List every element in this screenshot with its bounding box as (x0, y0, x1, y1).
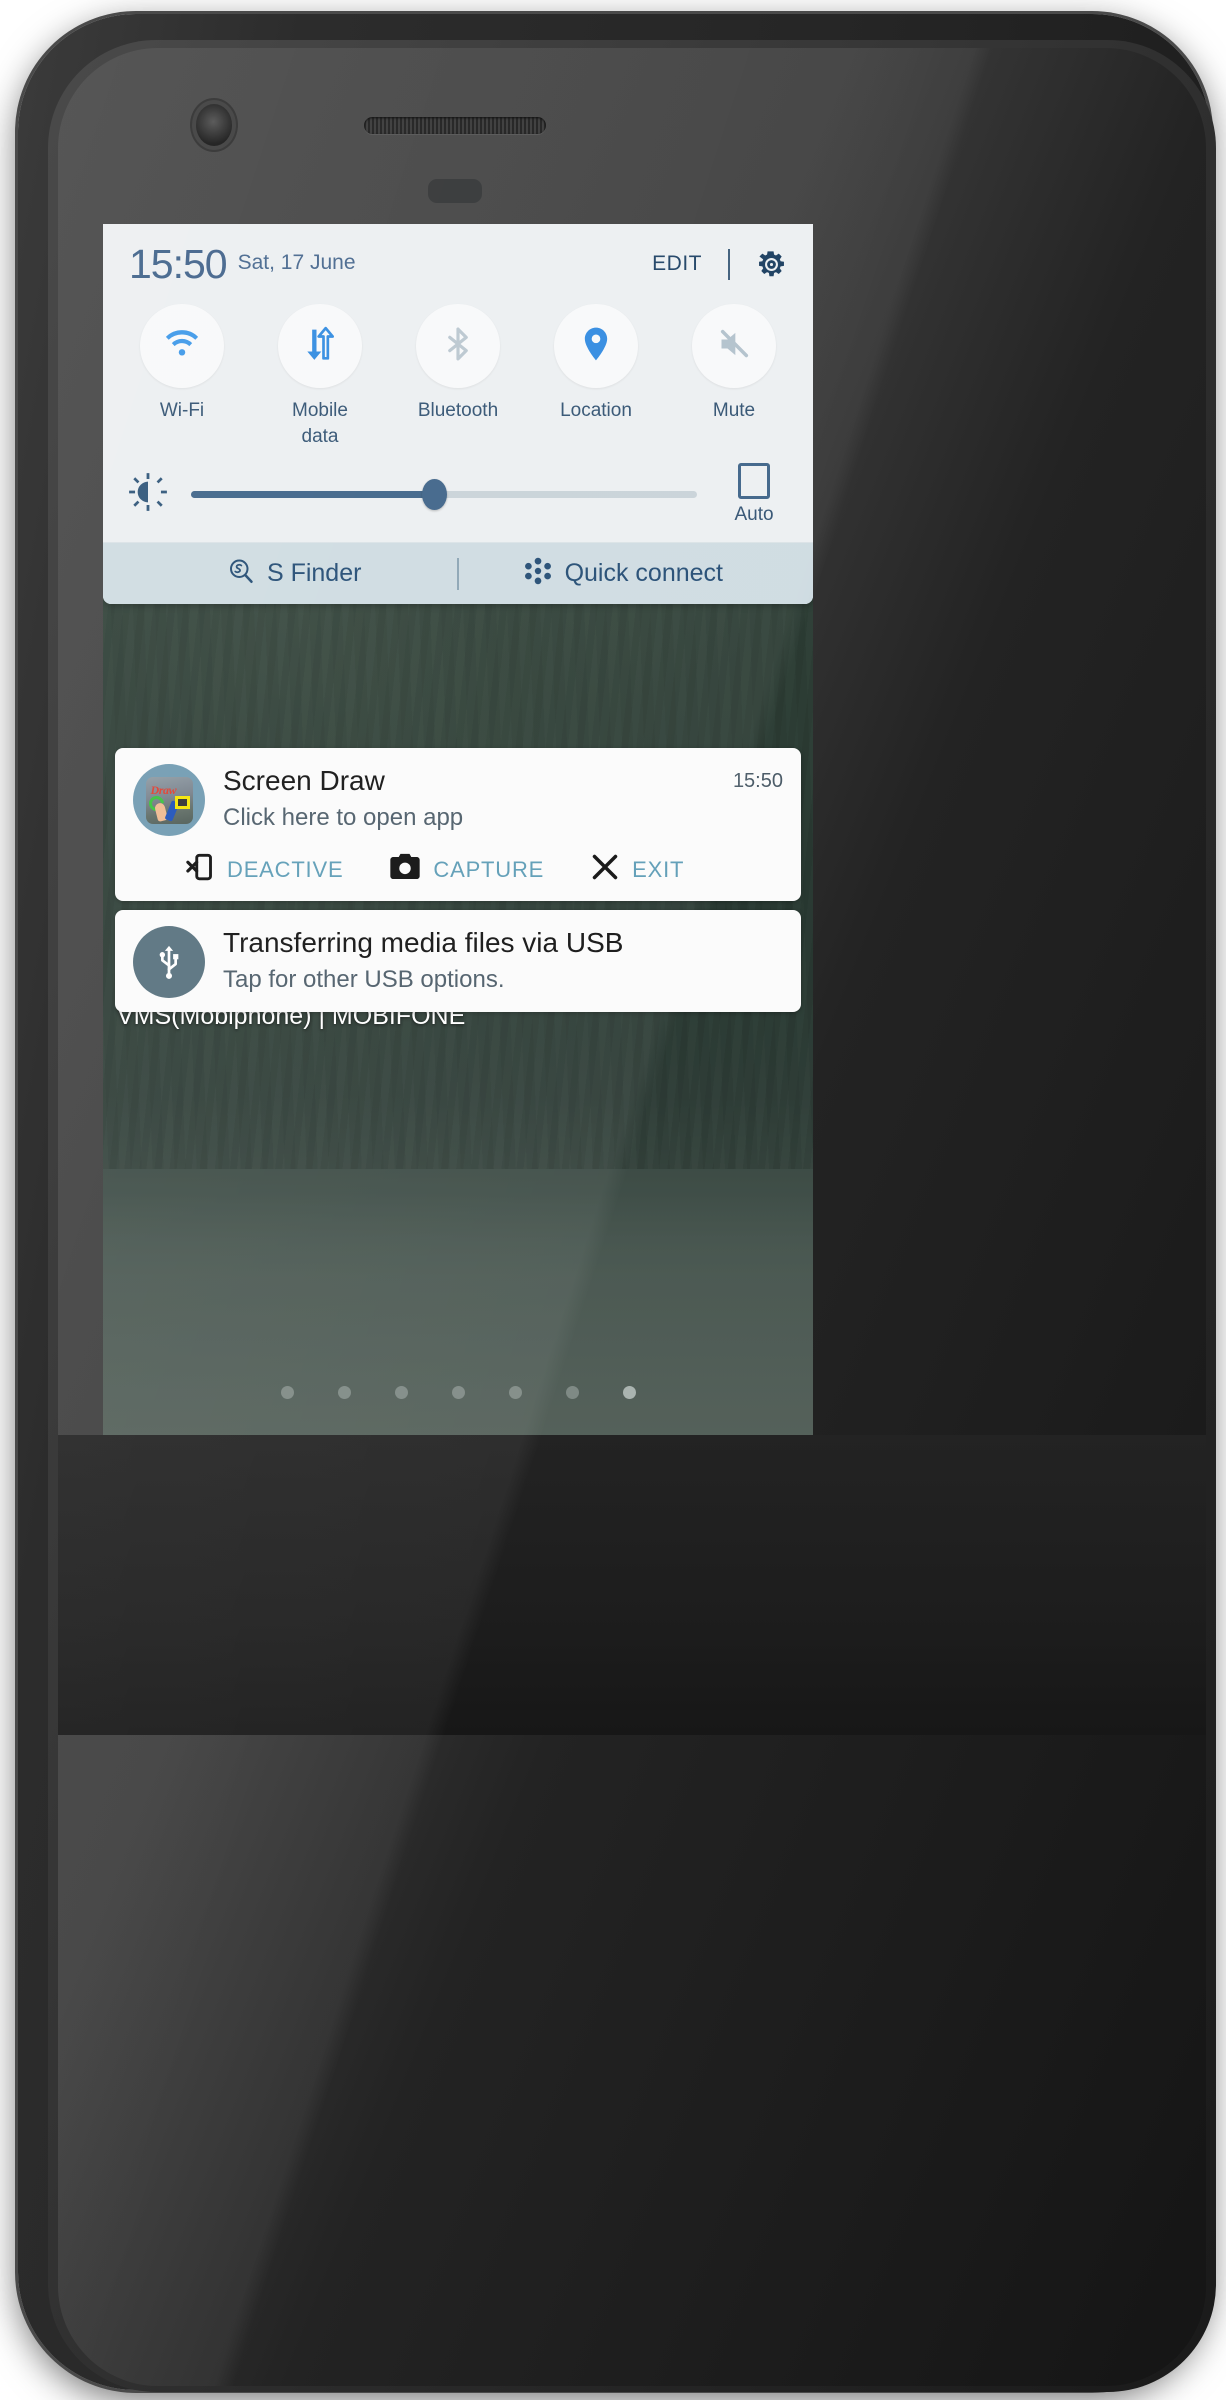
notification-title: Screen Draw (223, 765, 385, 796)
gear-icon[interactable] (756, 249, 787, 280)
auto-brightness-checkbox[interactable]: Auto (719, 463, 789, 526)
page-dot[interactable] (280, 1386, 294, 1399)
notification-body: Tap for other USB options. (223, 965, 505, 993)
toggle-mobile-data-circle (278, 304, 362, 388)
quick-settings-header: 15:50 Sat, 17 June EDIT (103, 224, 813, 290)
toggle-location-label: Location (560, 400, 632, 421)
deactive-label: DEACTIVE (227, 856, 344, 882)
page-dot[interactable] (394, 1386, 408, 1399)
brightness-slider-thumb[interactable] (421, 479, 447, 511)
s-finder-icon (226, 556, 256, 591)
wifi-icon (161, 323, 203, 370)
phone-screen: VMS(Mobiphone) | MOBIFONE 15:50 Sat, 17 (103, 224, 813, 1435)
toggle-bluetooth-circle (416, 304, 500, 388)
phone-device-frame: VMS(Mobiphone) | MOBIFONE 15:50 Sat, 17 (18, 14, 1216, 2392)
toggle-mute-label: Mute (712, 400, 756, 421)
page-dot[interactable] (337, 1386, 351, 1399)
brightness-slider[interactable] (191, 474, 697, 516)
brightness-icon (127, 471, 169, 518)
deactive-button[interactable]: DEACTIVE (185, 852, 343, 887)
earpiece-speaker (364, 117, 546, 134)
screen-draw-app-icon: Draw (133, 764, 205, 836)
page-dot[interactable] (451, 1386, 465, 1399)
toggle-location[interactable]: Location (527, 304, 665, 449)
close-x-icon (590, 852, 620, 887)
toggle-mute-circle (692, 304, 776, 388)
toggle-wifi-label: Wi-Fi (159, 400, 205, 421)
notification-title: Transferring media files via USB (223, 927, 624, 958)
quick-settings-panel: 15:50 Sat, 17 June EDIT Wi-Fi Mobile dat… (103, 224, 813, 605)
draw-thumbnail-box (174, 795, 190, 809)
toggle-mobile-data[interactable]: Mobile data (251, 304, 389, 449)
home-page-indicator (103, 1386, 813, 1399)
quick-connect-label: Quick connect (564, 559, 723, 588)
page-dot[interactable] (565, 1386, 579, 1399)
notification-usb[interactable]: Transferring media files via USB Tap for… (115, 910, 801, 1012)
header-divider (728, 248, 730, 280)
toggle-location-circle (554, 304, 638, 388)
quick-toggle-row: Wi-Fi Mobile data Bluetooth Location Mut… (103, 290, 813, 449)
toggle-mobile-data-label: Mobile data (292, 400, 348, 447)
quick-connect-icon (522, 555, 554, 592)
toggle-bluetooth-label: Bluetooth (417, 400, 499, 421)
bottom-bezel (58, 1435, 1206, 1735)
clock-time: 15:50 (129, 240, 228, 287)
edit-button[interactable]: EDIT (652, 252, 702, 276)
quick-shortcut-bar: S Finder Quick connect (103, 542, 813, 605)
notification-screen-draw[interactable]: Draw Screen Draw Click here to open app (115, 748, 801, 901)
screenshot-root: VMS(Mobiphone) | MOBIFONE 15:50 Sat, 17 (0, 0, 1226, 2400)
capture-label: CAPTURE (433, 856, 545, 882)
clock-date: Sat, 17 June (237, 251, 356, 274)
notification-header: Draw Screen Draw Click here to open app (133, 764, 783, 836)
notification-timestamp: 15:50 (732, 770, 783, 792)
page-dot[interactable] (508, 1386, 522, 1399)
exit-button[interactable]: EXIT (590, 852, 684, 887)
screen-draw-thumbnail: Draw (145, 776, 193, 824)
phone-front-face: VMS(Mobiphone) | MOBIFONE 15:50 Sat, 17 (58, 48, 1206, 2386)
location-pin-icon (576, 324, 616, 369)
phone-x-icon (185, 852, 215, 887)
mobile-data-icon (300, 324, 340, 369)
toggle-mute[interactable]: Mute (665, 304, 803, 449)
auto-brightness-label: Auto (734, 504, 774, 526)
mute-icon (714, 324, 754, 369)
s-finder-button[interactable]: S Finder (130, 556, 457, 591)
bluetooth-icon (439, 325, 477, 368)
toggle-wifi[interactable]: Wi-Fi (113, 304, 251, 449)
notification-action-row: DEACTIVE CAPTURE EXIT (133, 852, 783, 887)
notification-body: Click here to open app (223, 803, 464, 831)
auto-brightness-check-square (738, 463, 770, 500)
camera-icon (389, 852, 421, 887)
exit-label: EXIT (632, 856, 685, 882)
notification-header: Transferring media files via USB Tap for… (133, 926, 783, 998)
toggle-bluetooth[interactable]: Bluetooth (389, 304, 527, 449)
proximity-sensor (428, 179, 482, 203)
toggle-wifi-circle (140, 304, 224, 388)
brightness-slider-fill (191, 491, 434, 499)
brightness-row: Auto (103, 449, 813, 542)
notification-text-block: Transferring media files via USB Tap for… (205, 926, 783, 998)
usb-icon (133, 926, 205, 998)
notification-text-block: Screen Draw Click here to open app (205, 764, 723, 836)
page-dot-active[interactable] (622, 1386, 636, 1399)
quick-connect-button[interactable]: Quick connect (459, 555, 786, 592)
front-camera-icon (196, 104, 232, 146)
s-finder-label: S Finder (266, 559, 362, 588)
notification-list: Draw Screen Draw Click here to open app (103, 748, 813, 1021)
capture-button[interactable]: CAPTURE (389, 852, 544, 887)
